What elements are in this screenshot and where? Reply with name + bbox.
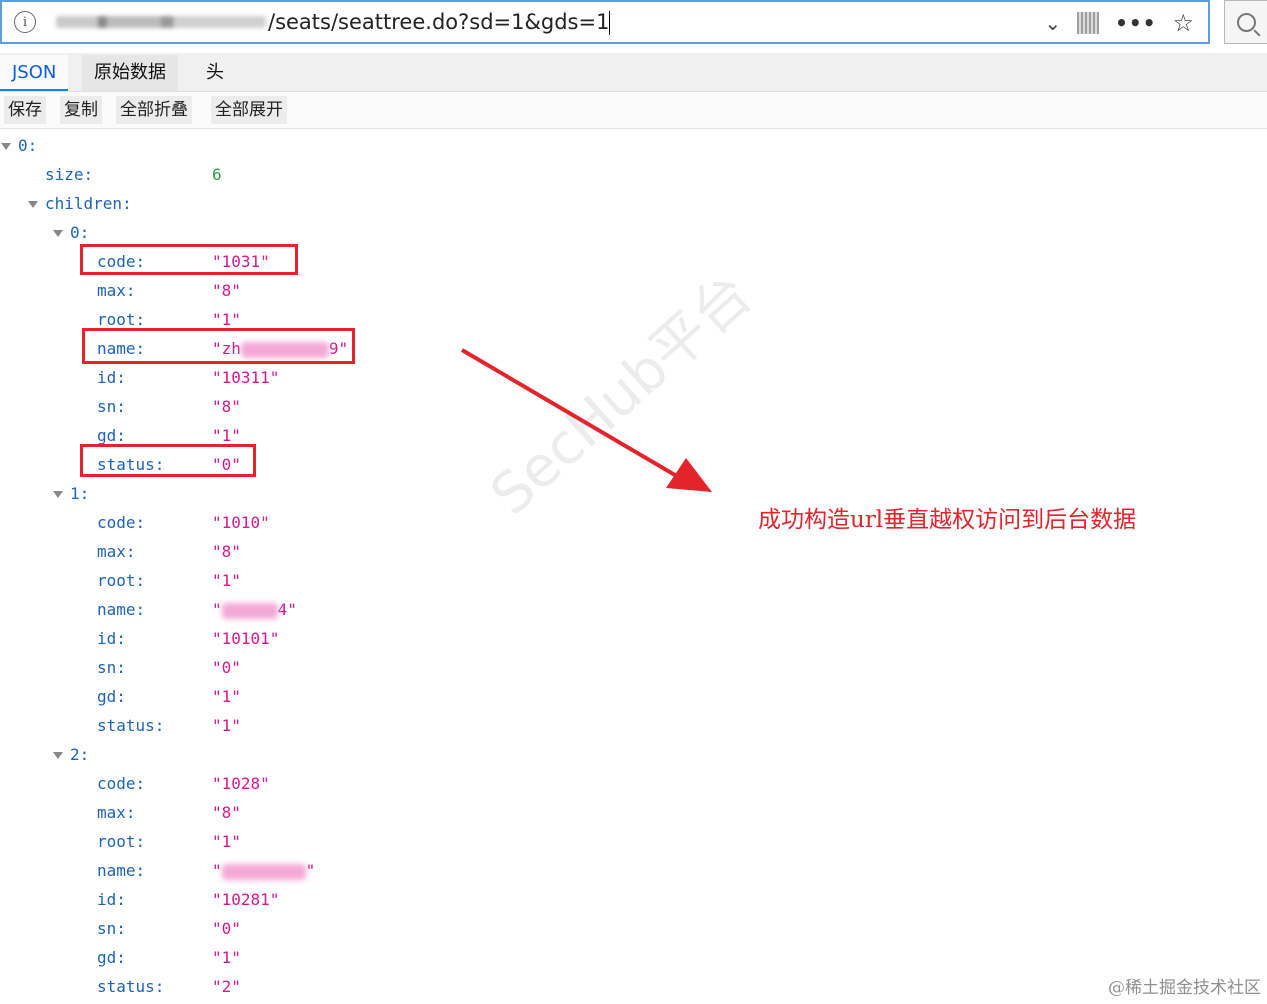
source-credit: @稀土掘金技术社区: [1108, 978, 1261, 998]
annotation-text: 成功构造url垂直越权访问到后台数据: [758, 507, 1137, 533]
